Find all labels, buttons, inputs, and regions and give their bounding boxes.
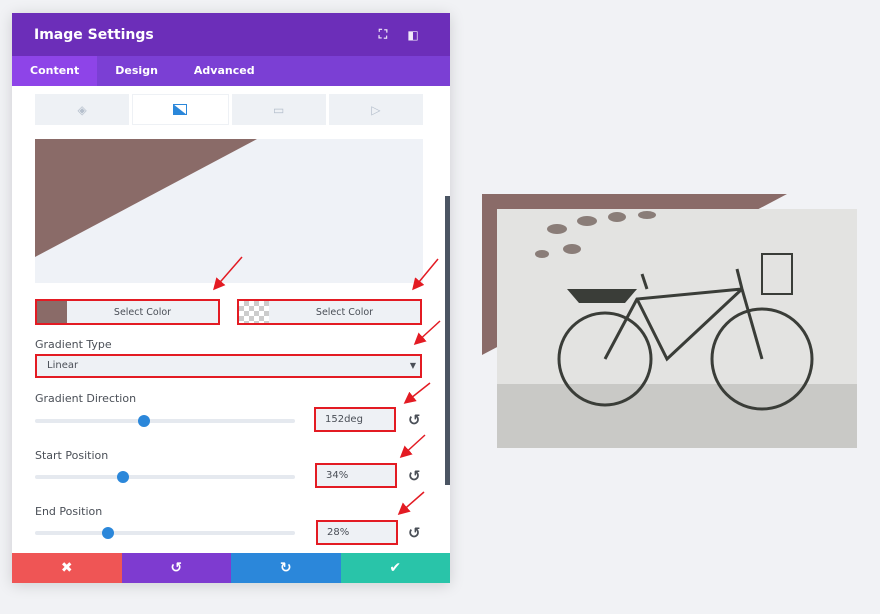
gradient-preview — [35, 139, 423, 283]
background-type-tabs: ◈ ▭ ▷ — [35, 94, 423, 125]
footer-actions: ✖ ↺ ↻ ✔ — [12, 553, 450, 583]
gradient-direction-label: Gradient Direction — [35, 392, 137, 405]
redo-button[interactable]: ↻ — [231, 553, 341, 583]
redo-icon: ↻ — [279, 560, 292, 576]
slider-handle[interactable] — [138, 415, 151, 427]
start-color-picker[interactable]: Select Color — [35, 299, 220, 325]
cancel-icon: ✖ — [60, 560, 73, 576]
start-position-label: Start Position — [35, 449, 109, 462]
save-button[interactable]: ✔ — [340, 553, 450, 583]
dropdown-arrow-icon: ▼ — [409, 361, 416, 370]
tab-advanced[interactable]: Advanced — [176, 56, 273, 86]
fullscreen-icon[interactable]: ⛶ — [368, 27, 398, 42]
tab-design[interactable]: Design — [97, 56, 176, 86]
reset-icon[interactable]: ↺ — [408, 524, 421, 542]
start-position-slider[interactable] — [35, 471, 295, 483]
slider-handle[interactable] — [101, 527, 114, 539]
end-position-label: End Position — [35, 505, 103, 518]
bicycle-photo — [497, 209, 857, 448]
select-color-label: Select Color — [315, 306, 374, 318]
start-position-input[interactable]: 34% — [315, 463, 397, 488]
image-settings-panel: Image Settings ⛶ ◧ Content Design Advanc… — [12, 13, 450, 583]
end-position-input[interactable]: 28% — [316, 520, 398, 545]
end-color-picker[interactable]: Select Color — [237, 299, 422, 325]
gradient-icon[interactable] — [132, 94, 229, 125]
undo-button[interactable]: ↺ — [121, 553, 231, 583]
color-swatch — [37, 301, 67, 323]
image-icon[interactable]: ▭ — [231, 94, 326, 125]
select-color-label: Select Color — [113, 306, 172, 318]
split-view-icon[interactable]: ◧ — [398, 28, 428, 42]
panel-header: Image Settings ⛶ ◧ — [12, 13, 450, 56]
end-position-slider[interactable] — [35, 527, 295, 539]
gradient-type-value: Linear — [47, 360, 79, 371]
panel-title: Image Settings — [34, 26, 154, 43]
transparent-swatch — [239, 301, 269, 323]
save-check-icon: ✔ — [389, 560, 402, 576]
tab-content[interactable]: Content — [12, 56, 98, 86]
scrollbar[interactable] — [445, 196, 450, 485]
reset-icon[interactable]: ↺ — [408, 411, 421, 429]
cancel-button[interactable]: ✖ — [12, 553, 122, 583]
gradient-direction-input[interactable]: 152deg — [314, 407, 396, 432]
color-fill-icon[interactable]: ◈ — [35, 94, 130, 125]
slider-handle[interactable] — [117, 471, 130, 483]
gradient-type-select[interactable]: Linear ▼ — [35, 354, 422, 378]
undo-icon: ↺ — [170, 560, 183, 576]
tab-bar: Content Design Advanced — [12, 56, 450, 86]
reset-icon[interactable]: ↺ — [408, 467, 421, 485]
video-icon[interactable]: ▷ — [328, 94, 423, 125]
gradient-type-label: Gradient Type — [35, 338, 112, 351]
gradient-direction-slider[interactable] — [35, 415, 295, 427]
